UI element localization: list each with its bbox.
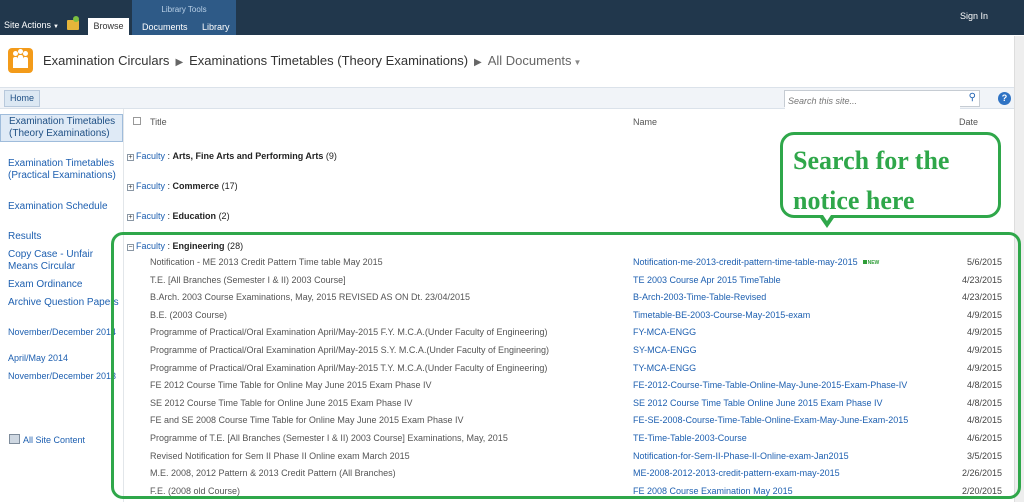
leftnav-item-exam-ordinance[interactable]: Exam Ordinance [8, 279, 120, 291]
leftnav-subitem-novdec-2014[interactable]: November/December 2014 [8, 327, 120, 338]
group-count: (17) [221, 181, 238, 191]
leftnav-item-results[interactable]: Results [8, 231, 120, 243]
breadcrumb-site[interactable]: Examination Circulars [43, 53, 169, 68]
leftnav-subitem-aprmay-2014[interactable]: April/May 2014 [8, 353, 120, 364]
chevron-right-icon: ▶ [175, 57, 184, 68]
site-logo-icon[interactable] [8, 48, 33, 73]
all-site-content-label: All Site Content [23, 435, 86, 445]
group-name: Education [172, 211, 217, 221]
site-content-icon [9, 434, 20, 444]
group-count: (2) [218, 211, 230, 221]
search-icon[interactable]: ⚲ [969, 92, 976, 103]
library-tools-group: Library Tools Documents Library [132, 0, 236, 35]
group-field: Faculty [136, 151, 166, 161]
column-header-date[interactable]: Date [959, 117, 978, 127]
leftnav-item-exam-schedule[interactable]: Examination Schedule [8, 201, 120, 213]
navigate-up-icon[interactable] [67, 16, 79, 30]
leftnav-subitem-novdec-2013[interactable]: November/December 2013 [8, 371, 120, 382]
expand-icon[interactable]: + [127, 184, 134, 191]
tab-documents[interactable]: Documents [142, 22, 188, 32]
select-all-checkbox[interactable] [133, 117, 141, 125]
search-input[interactable] [785, 93, 960, 109]
ribbon: Site Actions ▼ Browse Library Tools Docum… [0, 0, 1024, 35]
chevron-down-icon[interactable]: ▼ [574, 58, 582, 67]
breadcrumb: Examination Circulars ▶ Examinations Timet… [43, 53, 581, 68]
tab-browse[interactable]: Browse [88, 18, 129, 35]
chevron-right-icon: ▶ [474, 57, 482, 68]
group-name: Commerce [172, 181, 220, 191]
group-header[interactable]: + Faculty : Commerce (17) [127, 181, 238, 191]
group-field: Faculty [136, 181, 166, 191]
leftnav-item-copy-case[interactable]: Copy Case - Unfair Means Circular [8, 249, 120, 273]
top-nav-bar: Home ⚲ ? [0, 87, 1024, 109]
group-header[interactable]: + Faculty : Arts, Fine Arts and Performin… [127, 151, 337, 161]
tab-home[interactable]: Home [4, 90, 41, 107]
group-name: Arts, Fine Arts and Performing Arts [172, 151, 324, 161]
chevron-down-icon: ▼ [53, 24, 59, 30]
column-header-name[interactable]: Name [633, 117, 657, 127]
tab-library[interactable]: Library [202, 22, 230, 32]
column-header-title[interactable]: Title [150, 117, 167, 127]
all-site-content-link[interactable]: All Site Content [9, 434, 85, 445]
leftnav-item-practical-timetables[interactable]: Examination Timetables (Practical Examin… [8, 158, 120, 182]
site-actions-label: Site Actions [4, 20, 52, 30]
annotation-callout: Search for the notice here [780, 132, 1001, 218]
leftnav-item-theory-timetables[interactable]: Examination Timetables (Theory Examinati… [0, 114, 123, 142]
left-navigation: Examination Timetables (Theory Examinati… [0, 109, 124, 502]
expand-icon[interactable]: + [127, 154, 134, 161]
leftnav-item-archive-papers[interactable]: Archive Question Papers [8, 297, 120, 309]
breadcrumb-view[interactable]: All Documents [488, 53, 572, 68]
group-count: (9) [325, 151, 337, 161]
breadcrumb-library[interactable]: Examinations Timetables (Theory Examinat… [189, 53, 468, 68]
list-header: Title Name Date [124, 109, 1014, 133]
site-actions-menu[interactable]: Site Actions ▼ [4, 20, 59, 30]
callout-pointer [818, 212, 836, 228]
library-tools-label: Library Tools [161, 5, 207, 14]
sign-in-link[interactable]: Sign In [960, 11, 988, 21]
group-field: Faculty [136, 211, 166, 221]
annotation-highlight-box [111, 232, 1021, 499]
site-search: ⚲ [784, 90, 980, 109]
expand-icon[interactable]: + [127, 214, 134, 221]
help-icon[interactable]: ? [998, 92, 1011, 105]
group-header[interactable]: + Faculty : Education (2) [127, 211, 230, 221]
callout-text: Search for the notice here [793, 146, 950, 215]
person-icon [23, 51, 28, 68]
